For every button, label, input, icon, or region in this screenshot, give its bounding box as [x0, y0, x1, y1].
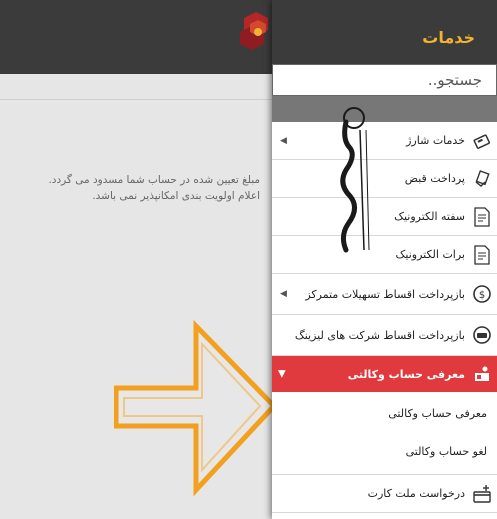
svg-text:$: $	[479, 290, 485, 301]
drawer-divider-bar	[272, 96, 497, 122]
menu-item-proxy-account[interactable]: ▼ معرفی حساب وکالتی	[272, 356, 497, 392]
menu-item-e-promissory[interactable]: سفته الکترونیک	[272, 198, 497, 236]
app-subbar	[0, 74, 280, 100]
background-notice: مبلغ تعیین شده در حساب شما مسدود می گردد…	[20, 172, 260, 204]
mobile-card-icon	[472, 131, 492, 151]
pointer-arrow-icon	[114, 320, 278, 497]
menu-item-label: درخواست ملت کارت	[367, 487, 465, 500]
promissory-note-icon	[472, 206, 492, 227]
menu-item-leasing-installments[interactable]: بازپرداخت اقساط شرکت های لیزینگ	[272, 315, 497, 356]
menu-item-label: خدمات شارژ	[406, 134, 465, 147]
caret-left-icon: ◀	[280, 135, 287, 146]
caret-down-icon: ▼	[278, 368, 286, 380]
bank-logo	[236, 10, 276, 56]
submenu-item-label: معرفی حساب وکالتی	[388, 406, 487, 420]
menu-item-e-draft[interactable]: برات الکترونیک	[272, 236, 497, 274]
watermark-logo	[340, 107, 370, 253]
proxy-account-icon	[472, 364, 492, 384]
notice-line-1: مبلغ تعیین شده در حساب شما مسدود می گردد…	[48, 174, 260, 186]
drawer-title: خدمات	[422, 28, 475, 47]
menu-item-label: سفته الکترونیک	[394, 210, 465, 223]
car-loan-icon	[472, 325, 492, 345]
proxy-account-submenu: معرفی حساب وکالتی لغو حساب وکالتی	[272, 392, 497, 475]
services-drawer: خدمات ◀ خدمات شارژ پرداخت قبض سفته الکتر…	[272, 0, 497, 519]
search-input[interactable]	[272, 64, 497, 96]
menu-item-label: معرفی حساب وکالتی	[347, 367, 465, 381]
menu-item-bill-payment[interactable]: پرداخت قبض	[272, 160, 497, 198]
installment-payment-icon: $	[472, 284, 492, 304]
bill-payment-icon	[472, 169, 492, 189]
notice-line-2: اعلام اولویت بندی امکانپذیر نمی باشد.	[92, 190, 260, 202]
menu-item-label: برات الکترونیک	[395, 248, 465, 261]
submenu-item-label: لغو حساب وکالتی	[405, 444, 487, 458]
menu-item-charge-services[interactable]: ◀ خدمات شارژ	[272, 122, 497, 160]
menu-item-label: بازپرداخت اقساط تسهیلات متمرکز	[305, 287, 465, 301]
menu-item-central-installments[interactable]: ◀ بازپرداخت اقساط تسهیلات متمرکز $	[272, 274, 497, 315]
submenu-item-introduce-proxy[interactable]: معرفی حساب وکالتی	[272, 394, 497, 432]
submenu-item-cancel-proxy[interactable]: لغو حساب وکالتی	[272, 432, 497, 470]
bill-of-exchange-icon	[472, 244, 492, 265]
menu-item-label: پرداخت قبض	[404, 172, 465, 185]
drawer-header: خدمات	[272, 0, 497, 64]
menu-item-mellat-card-request[interactable]: درخواست ملت کارت	[272, 475, 497, 513]
menu-item-label: بازپرداخت اقساط شرکت های لیزینگ	[294, 328, 465, 342]
add-card-icon	[472, 484, 492, 504]
caret-left-icon: ◀	[280, 289, 287, 299]
